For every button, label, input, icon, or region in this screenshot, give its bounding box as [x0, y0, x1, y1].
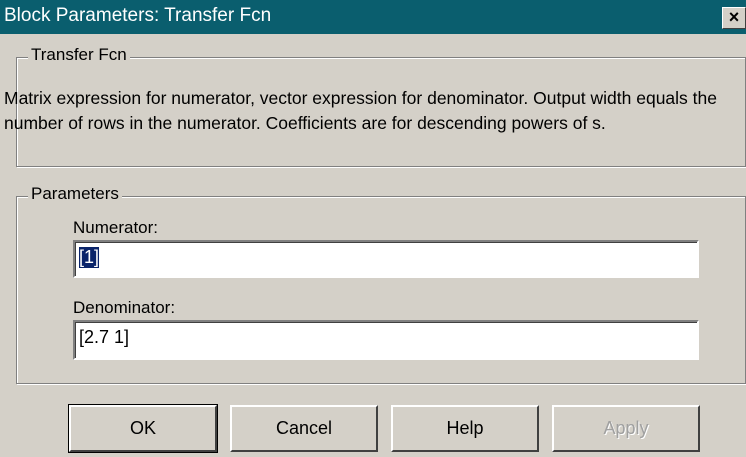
- denominator-value: [2.7 1]: [79, 327, 130, 347]
- numerator-label: Numerator:: [73, 218, 159, 237]
- apply-button: Apply: [552, 405, 700, 452]
- cancel-button[interactable]: Cancel: [230, 405, 378, 452]
- window-title: Block Parameters: Transfer Fcn: [4, 5, 272, 26]
- numerator-value: [1]: [79, 247, 100, 268]
- denominator-input[interactable]: [2.7 1]: [73, 320, 699, 360]
- help-button[interactable]: Help: [391, 405, 539, 452]
- numerator-input[interactable]: [1]: [73, 240, 699, 278]
- close-icon: ×: [728, 7, 740, 27]
- title-bar[interactable]: Block Parameters: Transfer Fcn ×: [0, 0, 746, 34]
- description-group-legend: Transfer Fcn: [28, 45, 130, 65]
- parameters-group-legend: Parameters: [28, 184, 122, 204]
- denominator-label: Denominator:: [73, 298, 176, 317]
- block-description: Matrix expression for numerator, vector …: [4, 88, 717, 133]
- close-button[interactable]: ×: [722, 7, 746, 29]
- block-parameters-dialog: Block Parameters: Transfer Fcn × Transfe…: [0, 0, 746, 457]
- ok-button[interactable]: OK: [68, 404, 218, 453]
